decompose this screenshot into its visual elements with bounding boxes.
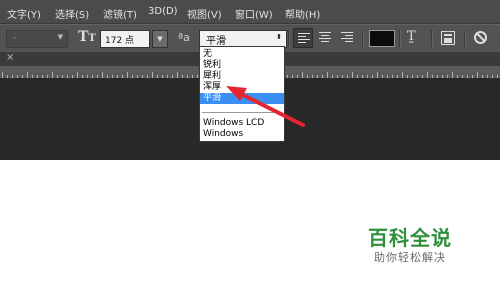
watermark-subtitle: 助你轻松解决: [374, 251, 446, 264]
watermark-title: 百科全说: [368, 226, 452, 250]
arrow-head: [226, 86, 247, 101]
arrow-shaft: [237, 91, 305, 127]
